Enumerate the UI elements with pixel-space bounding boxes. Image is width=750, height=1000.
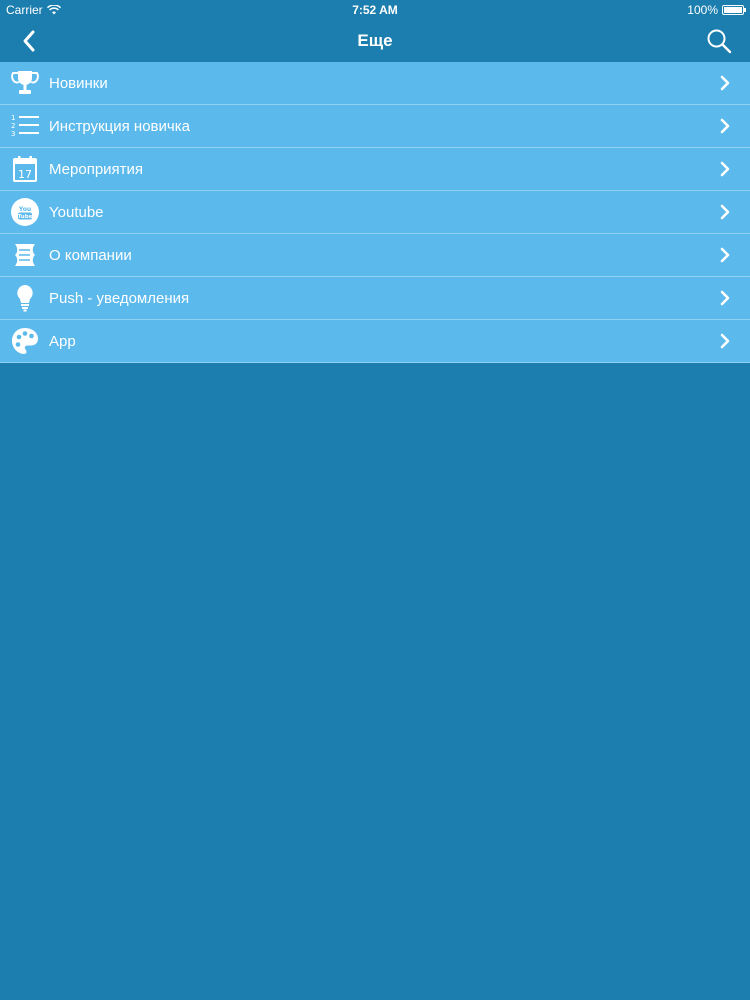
- calendar-day-text: 17: [18, 168, 32, 181]
- chevron-right-icon: [720, 161, 730, 177]
- menu-item-novinki[interactable]: Новинки: [0, 62, 750, 105]
- youtube-icon: You Tube: [10, 197, 40, 227]
- nav-bar: Еще: [0, 20, 750, 62]
- svg-text:1: 1: [11, 114, 15, 122]
- calendar-icon: 17: [10, 154, 40, 184]
- status-time: 7:52 AM: [352, 3, 398, 17]
- search-icon: [707, 29, 732, 54]
- trophy-icon: [10, 68, 40, 98]
- menu-item-label: О компании: [49, 246, 132, 264]
- menu-item-push[interactable]: Push - уведомления: [0, 277, 750, 320]
- menu-item-label: Новинки: [49, 74, 108, 92]
- search-button[interactable]: [706, 28, 732, 54]
- status-right: 100%: [687, 3, 746, 17]
- svg-text:Tube: Tube: [18, 214, 33, 220]
- menu-item-label: Youtube: [49, 203, 104, 221]
- menu-item-label: Push - уведомления: [49, 289, 190, 307]
- palette-icon: [10, 326, 40, 356]
- menu-item-label: Мероприятия: [49, 160, 144, 178]
- battery-percent: 100%: [687, 3, 718, 17]
- menu-item-youtube[interactable]: You Tube Youtube: [0, 191, 750, 234]
- status-bar: Carrier 7:52 AM 100%: [0, 0, 750, 20]
- lightbulb-icon: [10, 283, 40, 313]
- chevron-right-icon: [720, 118, 730, 134]
- page-title: Еще: [357, 31, 393, 50]
- svg-text:3: 3: [11, 130, 15, 138]
- menu-item-label: App: [49, 332, 76, 350]
- scroll-icon: [10, 240, 40, 270]
- menu-item-instruction[interactable]: 1 2 3 Инструкция новичка: [0, 105, 750, 148]
- chevron-right-icon: [720, 247, 730, 263]
- menu-item-about[interactable]: О компании: [0, 234, 750, 277]
- numbered-list-icon: 1 2 3: [10, 111, 40, 141]
- menu-item-label: Инструкция новичка: [49, 117, 190, 135]
- chevron-right-icon: [720, 75, 730, 91]
- svg-text:You: You: [18, 206, 31, 213]
- chevron-right-icon: [720, 204, 730, 220]
- battery-icon: [722, 5, 746, 15]
- menu-item-app[interactable]: App: [0, 320, 750, 363]
- chevron-right-icon: [720, 290, 730, 306]
- menu-list: Новинки 1 2 3 Инструкция новичка 17 Меро…: [0, 62, 750, 363]
- svg-text:2: 2: [11, 122, 15, 130]
- screen: Carrier 7:52 AM 100% Еще Новинки 1 2 3 И…: [0, 0, 750, 1000]
- menu-item-events[interactable]: 17 Мероприятия: [0, 148, 750, 191]
- chevron-right-icon: [720, 333, 730, 349]
